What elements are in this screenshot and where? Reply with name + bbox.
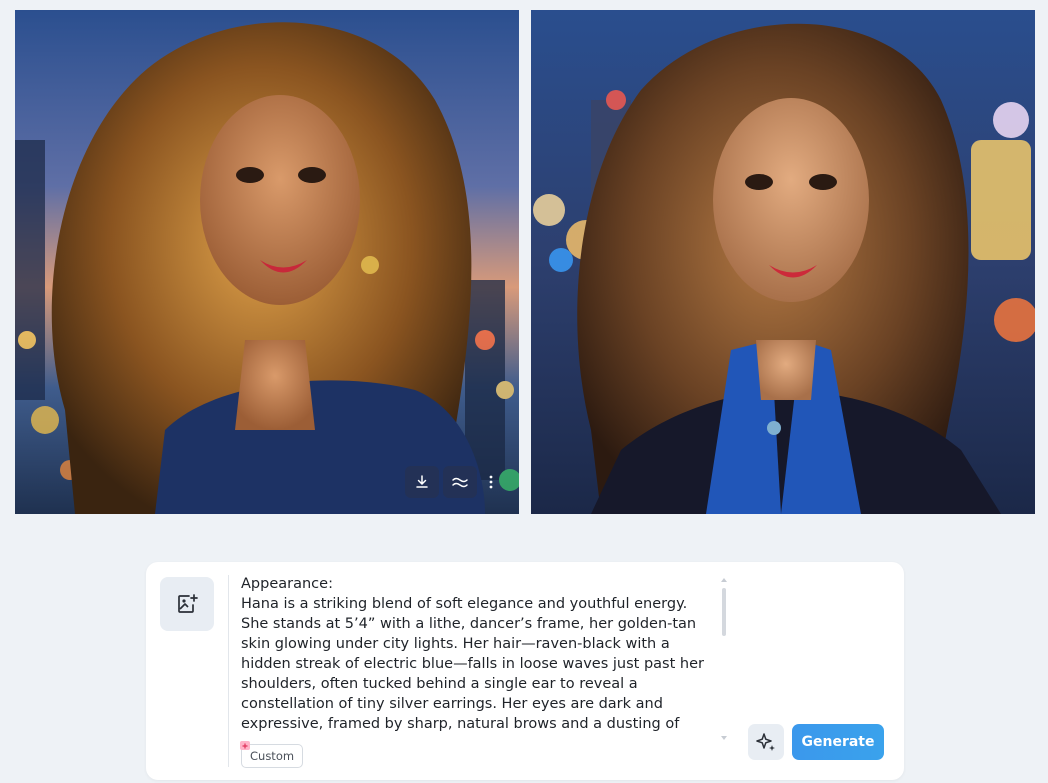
composer-divider [228,575,229,767]
image-add-icon [178,594,198,613]
custom-tag-chip[interactable]: Custom [240,741,304,768]
prompt-composer: Appearance: Hana is a striking blend of … [146,562,904,780]
prompt-scrollbar[interactable] [720,576,730,742]
prompt-textarea[interactable]: Appearance: Hana is a striking blend of … [241,574,706,737]
scroll-thumb[interactable] [722,588,726,636]
variation-button[interactable] [443,466,477,498]
scroll-down-arrow-icon[interactable] [721,736,727,740]
more-vertical-icon [489,475,493,489]
tag-chip-label: Custom [250,749,295,763]
portrait-image-2 [531,10,1035,514]
enhance-prompt-button[interactable] [748,724,784,760]
download-icon [416,475,428,488]
portrait-image-1 [15,10,519,514]
generated-image-2[interactable] [531,10,1035,514]
image-upload-button[interactable] [160,577,214,631]
variation-icon [452,477,468,488]
scroll-up-arrow-icon[interactable] [721,578,727,582]
more-options-button[interactable] [481,466,501,498]
generate-button[interactable]: Generate [792,724,884,760]
image-actions-toolbar [405,466,501,498]
chip-marker-icon [240,741,250,750]
generated-image-1[interactable] [15,10,519,514]
download-button[interactable] [405,466,439,498]
sparkle-icon [756,733,775,751]
